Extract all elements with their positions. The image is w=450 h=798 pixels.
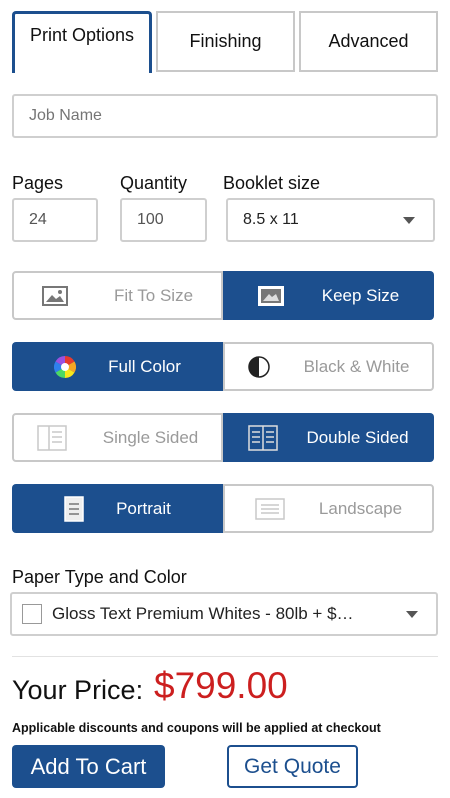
full-color-option[interactable]: Full Color <box>12 342 223 391</box>
tab-label: Finishing <box>189 31 262 51</box>
image-icon <box>41 285 68 306</box>
tab-label: Advanced <box>328 31 409 51</box>
tab-print-options[interactable]: Print Options <box>12 11 152 72</box>
black-white-label: Black & White <box>303 356 410 376</box>
price-label: Your Price: <box>12 675 144 705</box>
quantity-label: Quantity <box>120 173 188 193</box>
booklet-size-value: 8.5 x 11 <box>243 211 299 228</box>
double-page-icon <box>248 424 279 451</box>
add-to-cart-label: Add To Cart <box>30 753 147 779</box>
booklet-size-select[interactable]: 8.5 x 11 <box>226 198 435 242</box>
chevron-down-icon <box>406 611 418 618</box>
pages-label: Pages <box>12 173 64 193</box>
paper-type-select[interactable]: Gloss Text Premium Whites - 80lb + $… <box>10 592 438 636</box>
get-quote-label: Get Quote <box>244 754 341 778</box>
single-sided-option[interactable]: Single Sided <box>12 413 223 462</box>
image-icon <box>257 285 284 306</box>
single-page-icon <box>37 424 67 451</box>
chevron-down-icon <box>403 217 415 224</box>
price-value: $799.00 <box>154 665 288 706</box>
tab-finishing[interactable]: Finishing <box>156 11 295 72</box>
single-sided-label: Single Sided <box>102 427 199 447</box>
full-color-label: Full Color <box>108 356 181 376</box>
get-quote-button[interactable]: Get Quote <box>227 745 358 788</box>
fit-to-size-label: Fit To Size <box>113 285 194 305</box>
double-sided-label: Double Sided <box>306 427 409 447</box>
paper-swatch <box>22 604 42 624</box>
quantity-field[interactable]: 100 <box>120 198 207 242</box>
tab-advanced[interactable]: Advanced <box>299 11 438 72</box>
booklet-size-label: Booklet size <box>223 173 321 193</box>
black-white-option[interactable]: Black & White <box>223 342 434 391</box>
portrait-page-icon <box>64 495 84 522</box>
paper-type-label: Paper Type and Color <box>12 567 187 587</box>
divider <box>12 656 438 657</box>
landscape-option[interactable]: Landscape <box>223 484 434 533</box>
job-name-input[interactable] <box>12 94 438 138</box>
color-wheel-icon <box>54 355 77 378</box>
fit-to-size-option[interactable]: Fit To Size <box>12 271 223 320</box>
tab-bar-line <box>149 70 152 73</box>
half-circle-icon <box>247 355 270 378</box>
checkout-note: Applicable discounts and coupons will be… <box>12 721 381 735</box>
double-sided-option[interactable]: Double Sided <box>223 413 434 462</box>
portrait-option[interactable]: Portrait <box>12 484 223 533</box>
landscape-page-icon <box>255 497 285 520</box>
add-to-cart-button[interactable]: Add To Cart <box>12 745 165 788</box>
quantity-value: 100 <box>137 211 164 228</box>
tab-bar-line <box>12 70 15 73</box>
landscape-label: Landscape <box>318 498 403 518</box>
keep-size-label: Keep Size <box>321 285 400 305</box>
pages-value: 24 <box>29 211 47 228</box>
pages-field[interactable]: 24 <box>12 198 98 242</box>
portrait-label: Portrait <box>116 498 171 518</box>
keep-size-option[interactable]: Keep Size <box>223 271 434 320</box>
paper-type-value: Gloss Text Premium Whites - 80lb + $… <box>52 604 354 623</box>
tab-label: Print Options <box>29 25 135 45</box>
